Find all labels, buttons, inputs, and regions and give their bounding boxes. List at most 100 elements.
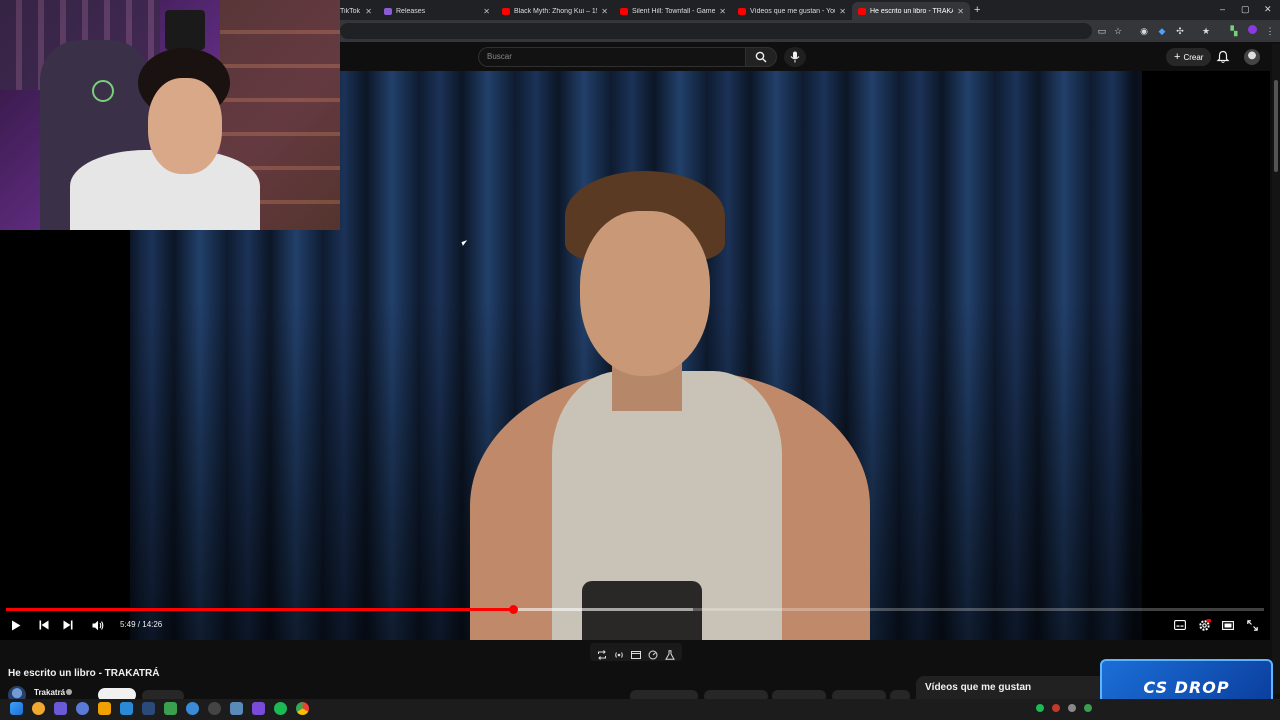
extension-icon[interactable]: ▚ bbox=[1228, 25, 1240, 37]
razer-logo-icon bbox=[92, 80, 114, 102]
channel-name[interactable]: Trakatrá bbox=[34, 688, 65, 697]
next-icon bbox=[63, 620, 73, 630]
volume-icon bbox=[92, 620, 104, 630]
app-icon[interactable] bbox=[54, 702, 67, 715]
screen-icon[interactable] bbox=[630, 647, 641, 659]
puzzle-icon[interactable]: ✣ bbox=[1174, 25, 1186, 37]
close-window-button[interactable]: ✕ bbox=[1264, 4, 1272, 15]
close-icon[interactable]: ✕ bbox=[839, 7, 846, 16]
tab-label: TikTok bbox=[340, 7, 360, 15]
progress-played bbox=[6, 608, 513, 611]
create-button[interactable]: + Crear bbox=[1166, 48, 1212, 66]
speed-icon[interactable] bbox=[648, 647, 658, 660]
youtube-icon bbox=[502, 7, 510, 15]
app-icon[interactable] bbox=[252, 702, 265, 715]
audio-icon[interactable] bbox=[614, 647, 624, 658]
menu-icon[interactable]: ⋮ bbox=[1264, 25, 1276, 37]
video-title: He escrito un libro - TRAKATRÁ bbox=[8, 668, 160, 679]
close-icon[interactable]: ✕ bbox=[365, 7, 372, 16]
install-icon[interactable]: ▭ bbox=[1096, 25, 1108, 37]
tab-tiktok[interactable]: TikTok ✕ bbox=[334, 2, 378, 20]
bookmark-star-icon[interactable]: ☆ bbox=[1112, 25, 1124, 37]
mic-icon bbox=[790, 51, 800, 63]
tab-favicon bbox=[384, 7, 392, 15]
previous-icon bbox=[39, 620, 49, 630]
close-icon[interactable]: ✕ bbox=[957, 7, 964, 16]
tab-silent-hill[interactable]: Silent Hill: Townfall - Gameplay ✕ bbox=[614, 2, 732, 20]
close-icon[interactable]: ✕ bbox=[719, 7, 726, 16]
tray-icon[interactable] bbox=[1052, 704, 1060, 712]
tray-icon[interactable] bbox=[1068, 704, 1076, 712]
app-icon[interactable] bbox=[230, 702, 243, 715]
close-icon[interactable]: ✕ bbox=[601, 7, 608, 16]
app-icon[interactable] bbox=[208, 702, 221, 715]
subtitles-button[interactable] bbox=[1173, 618, 1187, 632]
search-button[interactable] bbox=[745, 47, 777, 67]
extension-toolbar bbox=[590, 643, 682, 661]
play-button[interactable] bbox=[9, 618, 23, 632]
volume-button[interactable] bbox=[91, 618, 105, 632]
voice-search-button[interactable] bbox=[784, 47, 806, 67]
previous-button[interactable] bbox=[37, 618, 51, 632]
tab-label: Silent Hill: Townfall - Gameplay bbox=[632, 7, 716, 15]
avatar[interactable] bbox=[1244, 49, 1260, 65]
extension-icon[interactable]: ◆ bbox=[1156, 25, 1168, 37]
tray-icon[interactable] bbox=[1036, 704, 1044, 712]
youtube-icon bbox=[620, 7, 628, 15]
bell-icon[interactable] bbox=[1216, 50, 1230, 64]
fullscreen-icon bbox=[1246, 619, 1258, 631]
play-icon bbox=[12, 620, 21, 630]
search-input[interactable]: Buscar bbox=[478, 47, 745, 67]
app-icon[interactable] bbox=[120, 702, 133, 715]
loop-icon[interactable] bbox=[597, 647, 607, 660]
facecam-person-face bbox=[148, 78, 222, 174]
app-icon[interactable] bbox=[98, 702, 111, 715]
flask-icon[interactable] bbox=[664, 647, 675, 660]
streamer-facecam bbox=[0, 0, 340, 230]
app-icon[interactable] bbox=[76, 702, 89, 715]
tray-icon[interactable] bbox=[1084, 704, 1092, 712]
subtitles-icon bbox=[1174, 620, 1186, 630]
spotify-icon[interactable] bbox=[274, 702, 287, 715]
tab-label: He escrito un libro - TRAKA bbox=[870, 7, 954, 15]
facecam-poster bbox=[165, 10, 205, 50]
theater-mode-button[interactable] bbox=[1221, 618, 1235, 632]
playlist-header[interactable]: Vídeos que me gustan bbox=[916, 676, 1100, 700]
youtube-icon bbox=[858, 7, 866, 15]
steam-icon[interactable] bbox=[142, 702, 155, 715]
settings-button[interactable] bbox=[1197, 618, 1211, 632]
app-icon[interactable] bbox=[164, 702, 177, 715]
tab-current-video[interactable]: He escrito un libro - TRAKA ✕ bbox=[852, 2, 970, 20]
gear-icon bbox=[1198, 618, 1211, 631]
extension-icon[interactable]: ◉ bbox=[1138, 25, 1150, 37]
search-icon bbox=[755, 51, 767, 63]
address-bar[interactable] bbox=[340, 23, 1092, 39]
minimize-button[interactable]: – bbox=[1220, 4, 1225, 14]
next-button[interactable] bbox=[61, 618, 75, 632]
maximize-button[interactable]: ▢ bbox=[1241, 4, 1250, 15]
app-icon[interactable] bbox=[186, 702, 199, 715]
tab-releases[interactable]: Releases ✕ bbox=[378, 2, 496, 20]
profile-icon[interactable] bbox=[1246, 25, 1258, 37]
progress-scrubber[interactable] bbox=[508, 605, 518, 614]
tab-label: Releases bbox=[396, 7, 426, 15]
search-icon[interactable] bbox=[32, 702, 45, 715]
watermark-text: CS DROP bbox=[1143, 677, 1230, 697]
tab-liked-videos[interactable]: Vídeos que me gustan - YouTub ✕ bbox=[732, 2, 852, 20]
verified-badge-icon bbox=[66, 689, 72, 695]
tab-label: Black Myth: Zhong Kui – 15 Mi bbox=[514, 7, 597, 15]
video-vignette-right bbox=[1120, 71, 1270, 640]
scrollbar-thumb[interactable] bbox=[1274, 80, 1278, 172]
tab-black-myth[interactable]: Black Myth: Zhong Kui – 15 Mi ✕ bbox=[496, 2, 614, 20]
fullscreen-button[interactable] bbox=[1245, 618, 1259, 632]
create-label: Crear bbox=[1183, 52, 1204, 62]
close-icon[interactable]: ✕ bbox=[483, 7, 490, 16]
time-display: 5:49 / 14:26 bbox=[120, 620, 163, 629]
bookmarks-icon[interactable]: ★ bbox=[1200, 25, 1212, 37]
video-person-face bbox=[580, 211, 710, 376]
windows-start-icon[interactable] bbox=[10, 702, 23, 715]
plus-icon: + bbox=[1174, 51, 1181, 63]
new-tab-button[interactable]: + bbox=[974, 4, 980, 16]
chrome-icon[interactable] bbox=[296, 702, 309, 715]
tab-label: Vídeos que me gustan - YouTub bbox=[750, 7, 835, 15]
